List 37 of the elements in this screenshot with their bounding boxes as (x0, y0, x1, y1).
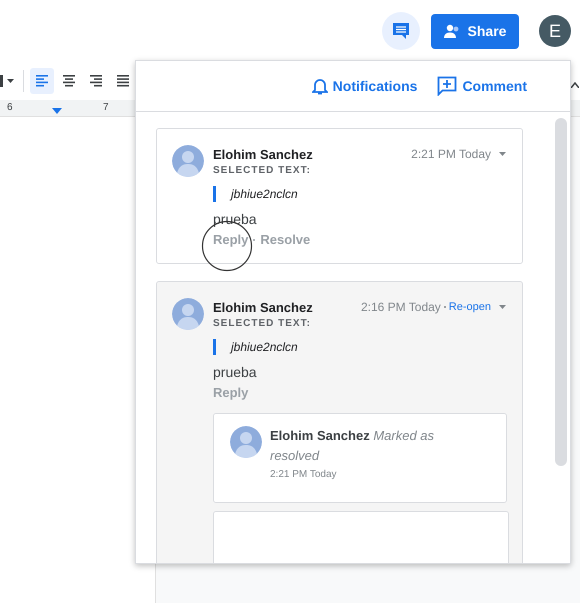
quoted-text: jbhiue2nclcn (213, 339, 298, 355)
bell-icon (312, 77, 328, 95)
notifications-button[interactable]: Notifications (312, 77, 418, 95)
author-name: Elohim Sanchez (213, 146, 313, 162)
selected-text-label: SELECTED TEXT: (213, 318, 312, 329)
selected-text-label: SELECTED TEXT: (213, 165, 312, 176)
ruler-number: 7 (103, 102, 109, 113)
comment-time: 2:21 PM Today (411, 147, 491, 161)
scrollbar[interactable] (555, 118, 567, 466)
dropdown-caret-icon[interactable] (0, 75, 16, 87)
quoted-text: jbhiue2nclcn (213, 186, 298, 202)
comment-text: prueba (213, 364, 258, 380)
reply-link[interactable]: Reply (213, 385, 248, 400)
comment-time: 2:16 PM Today (360, 300, 441, 314)
comment-icon (391, 21, 411, 41)
resolve-link[interactable]: Resolve (260, 232, 310, 247)
reply-text: Elohim Sanchez Marked as resolved (270, 427, 436, 465)
avatar-icon (172, 145, 204, 177)
share-button[interactable]: Share (431, 14, 519, 48)
account-avatar[interactable]: E (539, 15, 571, 47)
comments-button[interactable] (382, 12, 420, 50)
align-icon (62, 74, 76, 88)
caret-up-icon[interactable] (571, 82, 579, 88)
reply-time: 2:21 PM Today (270, 469, 338, 480)
separator-dot (444, 306, 446, 308)
align-icon (89, 74, 103, 88)
reopen-link[interactable]: Re-open (448, 301, 491, 313)
align-icon (35, 74, 49, 88)
separator-dot (253, 238, 256, 240)
author-name: Elohim Sanchez (213, 300, 313, 314)
avatar-icon (172, 298, 204, 330)
avatar-icon (230, 426, 262, 458)
ruler-number: 6 (7, 102, 13, 113)
add-comment-icon (437, 76, 458, 96)
indent-marker-icon[interactable] (52, 108, 62, 114)
align-icon (116, 74, 130, 88)
comment-button[interactable]: Comment (437, 76, 527, 96)
